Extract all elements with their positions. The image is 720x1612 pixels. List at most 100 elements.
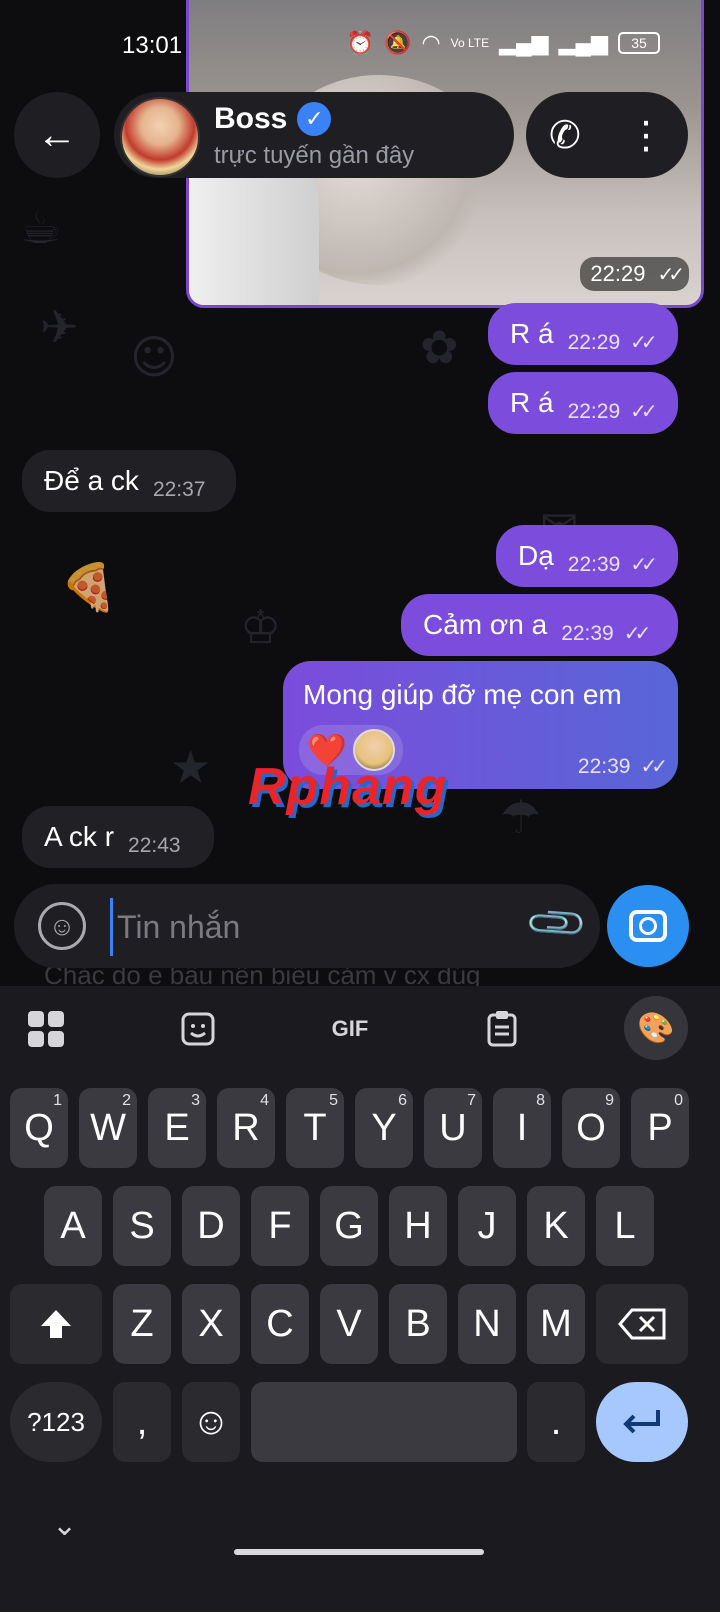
network-label: Vo LTE (450, 36, 490, 50)
enter-key[interactable] (596, 1382, 688, 1462)
camera-button[interactable] (607, 885, 689, 967)
signal-icon: ▂▄▆ (499, 30, 549, 55)
message-text: A ck r (44, 821, 115, 852)
key-g[interactable]: G (320, 1186, 378, 1266)
key-l[interactable]: L (596, 1186, 654, 1266)
doodle-icon: ☕ (20, 200, 62, 254)
key-label: O (576, 1106, 606, 1149)
emoji-key[interactable]: ☺ (182, 1382, 240, 1462)
message-meta: 22:29 ✓✓ (567, 399, 658, 424)
key-q[interactable]: Q1 (10, 1088, 68, 1168)
key-f[interactable]: F (251, 1186, 309, 1266)
double-check-icon: ✓✓ (630, 332, 657, 354)
key-x[interactable]: X (182, 1284, 240, 1364)
key-label: Z (130, 1302, 154, 1345)
comma-key[interactable]: , (113, 1382, 171, 1462)
phone-icon[interactable]: ✆ (549, 113, 581, 158)
message-meta: 22:39 ✓✓ (561, 621, 651, 646)
period-key[interactable]: . (527, 1382, 585, 1462)
incoming-message[interactable]: Để a ck 22:37 (22, 450, 236, 512)
key-h[interactable]: H (389, 1186, 447, 1266)
key-u[interactable]: U7 (424, 1088, 482, 1168)
key-v[interactable]: V (320, 1284, 378, 1364)
key-label: L (614, 1204, 636, 1247)
key-j[interactable]: J (458, 1186, 516, 1266)
message-composer: ☺ 📎 (14, 884, 600, 968)
avatar[interactable] (120, 97, 200, 177)
grid-icon[interactable] (24, 1000, 68, 1058)
key-label: T (303, 1106, 327, 1149)
message-text: Để a ck (44, 465, 139, 496)
palette-icon[interactable]: 🎨 (624, 996, 688, 1060)
chevron-down-icon[interactable]: ⌄ (52, 1508, 77, 1543)
key-y[interactable]: Y6 (355, 1088, 413, 1168)
key-c[interactable]: C (251, 1284, 309, 1364)
contact-name-text: Boss (214, 102, 288, 135)
key-hint: 8 (536, 1092, 545, 1109)
shift-key[interactable] (10, 1284, 102, 1364)
watermark: Rphang (248, 758, 448, 816)
key-label: P (647, 1106, 673, 1149)
key-label: U (439, 1106, 467, 1149)
key-label: K (543, 1204, 569, 1247)
key-m[interactable]: M (527, 1284, 585, 1364)
message-meta: 22:43 (128, 834, 181, 858)
doodle-icon: ☺ (130, 330, 178, 384)
message-input[interactable] (110, 898, 499, 956)
key-label: Q (24, 1106, 54, 1149)
key-label: M (540, 1302, 572, 1345)
outgoing-message[interactable]: Cảm ơn a 22:39 ✓✓ (401, 594, 678, 656)
more-vertical-icon[interactable]: ⋮ (627, 113, 665, 158)
message-time: 22:43 (128, 834, 181, 857)
key-d[interactable]: D (182, 1186, 240, 1266)
home-indicator[interactable] (234, 1549, 484, 1555)
key-t[interactable]: T5 (286, 1088, 344, 1168)
double-check-icon: ✓✓ (640, 756, 667, 778)
mute-icon: 🔕 (384, 30, 412, 55)
key-z[interactable]: Z (113, 1284, 171, 1364)
key-k[interactable]: K (527, 1186, 585, 1266)
status-icons: ⏰ 🔕 ◠ Vo LTE ▂▄▆ ▂▄▆ 35 (347, 30, 660, 56)
key-o[interactable]: O9 (562, 1088, 620, 1168)
space-key[interactable] (251, 1382, 517, 1462)
outgoing-message[interactable]: R á 22:29 ✓✓ (488, 372, 678, 434)
back-button[interactable]: ← (14, 92, 100, 178)
outgoing-message[interactable]: Dạ 22:39 ✓✓ (496, 525, 678, 587)
incoming-message[interactable]: A ck r 22:43 (22, 806, 214, 868)
gif-button[interactable]: GIF (326, 1000, 374, 1058)
key-s[interactable]: S (113, 1186, 171, 1266)
key-p[interactable]: P0 (631, 1088, 689, 1168)
key-i[interactable]: I8 (493, 1088, 551, 1168)
alarm-icon: ⏰ (346, 30, 375, 55)
emoji-button[interactable]: ☺ (38, 902, 86, 950)
paperclip-icon[interactable]: 📎 (523, 889, 591, 957)
message-meta: 22:39 ✓✓ (568, 552, 658, 577)
key-label: G (334, 1204, 364, 1247)
clipboard-icon[interactable] (484, 1000, 520, 1058)
key-hint: 1 (53, 1092, 62, 1109)
key-label: F (268, 1204, 292, 1247)
outgoing-message[interactable]: R á 22:29 ✓✓ (488, 303, 678, 365)
symbols-key[interactable]: ?123 (10, 1382, 102, 1462)
key-r[interactable]: R4 (217, 1088, 275, 1168)
key-e[interactable]: E3 (148, 1088, 206, 1168)
message-time: 22:29 (567, 399, 621, 423)
key-w[interactable]: W2 (79, 1088, 137, 1168)
key-n[interactable]: N (458, 1284, 516, 1364)
key-b[interactable]: B (389, 1284, 447, 1364)
enter-icon (623, 1410, 660, 1434)
double-check-icon: ✓✓ (630, 554, 657, 576)
key-a[interactable]: A (44, 1186, 102, 1266)
key-label: V (336, 1302, 362, 1345)
status-bar: 13:01 ⏰ 🔕 ◠ Vo LTE ▂▄▆ ▂▄▆ 35 (0, 0, 720, 90)
double-check-icon: ✓✓ (623, 623, 651, 645)
chat-header[interactable]: Boss ✓ trực tuyến gần đây (114, 92, 514, 178)
message-text: R á (510, 318, 554, 349)
key-hint: 3 (191, 1092, 200, 1109)
sticker-icon[interactable] (178, 1000, 218, 1058)
backspace-key[interactable] (596, 1284, 688, 1364)
key-label: N (473, 1302, 501, 1345)
doodle-icon: ✈ (40, 300, 79, 354)
message-text: Mong giúp đỡ mẹ con em (303, 679, 622, 710)
header-actions: ✆ ⋮ (526, 92, 688, 178)
